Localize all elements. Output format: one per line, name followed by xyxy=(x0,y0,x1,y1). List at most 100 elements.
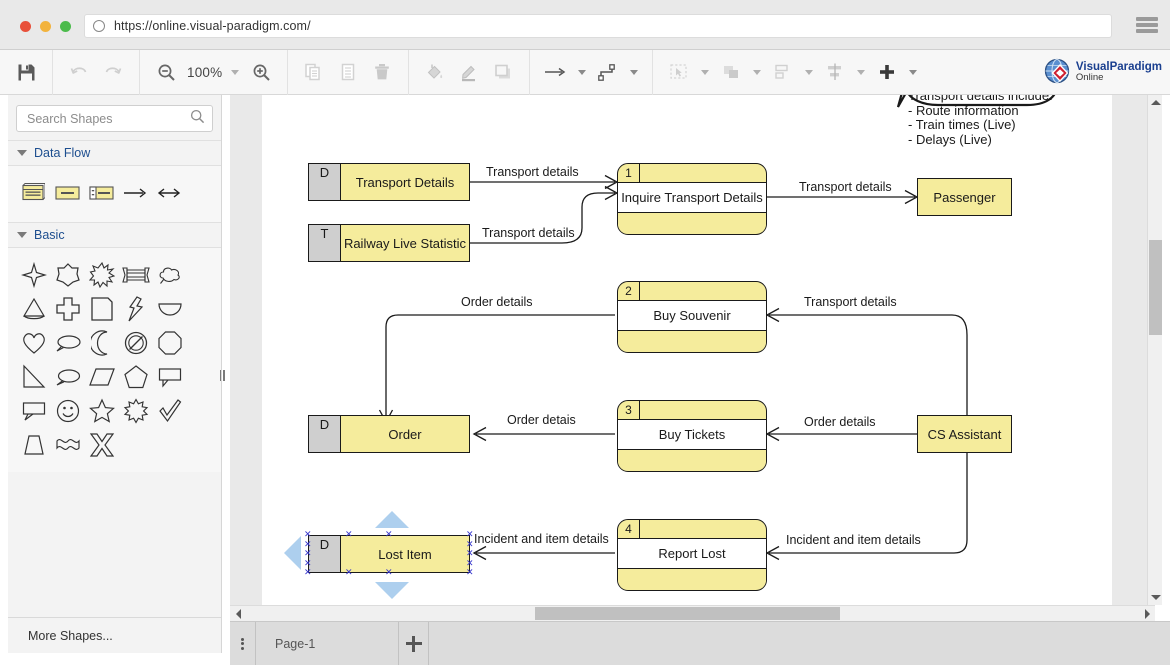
right-triangle-icon[interactable] xyxy=(18,361,50,393)
trapezoid-icon[interactable] xyxy=(18,429,50,461)
external-entity-passenger[interactable]: Passenger xyxy=(917,178,1012,216)
resize-handle[interactable]: ✕ xyxy=(304,550,311,557)
data-store-icon[interactable] xyxy=(17,177,49,209)
add-page-icon[interactable] xyxy=(399,622,429,665)
arrow-icon[interactable] xyxy=(119,177,151,209)
more-shapes-button[interactable]: More Shapes... xyxy=(8,617,221,653)
resize-handle[interactable]: ✕ xyxy=(466,531,473,538)
rect-callout-2-icon[interactable] xyxy=(18,395,50,427)
crescent-moon-icon[interactable] xyxy=(86,327,118,359)
quick-create-arrow-down[interactable] xyxy=(375,582,409,599)
five-point-star-icon[interactable] xyxy=(86,395,118,427)
checkmark-icon[interactable] xyxy=(154,395,186,427)
heart-icon[interactable] xyxy=(18,327,50,359)
thought-cloud-icon[interactable] xyxy=(154,259,186,291)
flow-label[interactable]: Order details xyxy=(461,295,533,309)
bidirectional-arrow-icon[interactable] xyxy=(153,177,185,209)
quick-create-arrow-left[interactable] xyxy=(284,536,301,570)
banner-icon[interactable] xyxy=(120,259,152,291)
resize-handle[interactable]: ✕ xyxy=(304,531,311,538)
resize-handle[interactable]: ✕ xyxy=(304,560,311,567)
folded-corner-page-icon[interactable] xyxy=(86,293,118,325)
external-entity-cs-assistant[interactable]: CS Assistant xyxy=(917,415,1012,453)
line-style-icon[interactable] xyxy=(541,57,571,87)
process-report-lost[interactable]: 4 Report Lost xyxy=(617,519,767,591)
diagram-page[interactable]: Transport details include: - Route infor… xyxy=(262,95,1112,605)
cross-icon[interactable] xyxy=(52,293,84,325)
cross-x-icon[interactable] xyxy=(86,429,118,461)
add-caret-icon[interactable] xyxy=(909,70,917,75)
flow-label[interactable]: Transport details xyxy=(486,165,579,179)
minimize-window-button[interactable] xyxy=(40,21,51,32)
data-store-order[interactable]: D Order xyxy=(308,415,470,453)
four-point-star-icon[interactable] xyxy=(18,259,50,291)
quick-create-arrow-up[interactable] xyxy=(375,511,409,528)
lightning-bolt-icon[interactable] xyxy=(120,293,152,325)
process-icon[interactable] xyxy=(85,177,117,209)
resize-handle[interactable]: ✕ xyxy=(345,569,352,576)
resize-handle[interactable]: ✕ xyxy=(466,550,473,557)
resize-handle[interactable]: ✕ xyxy=(385,531,392,538)
process-buy-tickets[interactable]: 3 Buy Tickets xyxy=(617,400,767,472)
resize-handle[interactable]: ✕ xyxy=(466,569,473,576)
octagon-icon[interactable] xyxy=(154,327,186,359)
process-buy-souvenir[interactable]: 2 Buy Souvenir xyxy=(617,281,767,353)
distribute-caret-icon[interactable] xyxy=(805,70,813,75)
connector-style-icon[interactable] xyxy=(593,57,623,87)
scroll-up-icon[interactable] xyxy=(1148,95,1163,110)
zoom-in-icon[interactable] xyxy=(246,57,276,87)
resize-handle[interactable]: ✕ xyxy=(304,541,311,548)
maximize-window-button[interactable] xyxy=(60,21,71,32)
chevron-down-icon[interactable] xyxy=(17,150,27,156)
undo-icon[interactable] xyxy=(64,57,94,87)
address-bar[interactable]: https://online.visual-paradigm.com/ xyxy=(84,14,1112,38)
line-style-caret-icon[interactable] xyxy=(578,70,586,75)
add-icon[interactable] xyxy=(872,57,902,87)
resize-handle[interactable]: ✕ xyxy=(466,541,473,548)
page-tab-page-1[interactable]: Page-1 xyxy=(256,622,399,665)
search-icon[interactable] xyxy=(190,109,205,129)
flow-label[interactable]: Incident and item details xyxy=(474,532,609,546)
resize-handle[interactable]: ✕ xyxy=(385,569,392,576)
data-store-transport-details[interactable]: D Transport Details xyxy=(308,163,470,201)
chevron-down-icon[interactable] xyxy=(17,232,27,238)
search-input[interactable] xyxy=(25,111,190,127)
page-options-icon[interactable] xyxy=(230,622,256,665)
cone-icon[interactable] xyxy=(18,293,50,325)
horizontal-scrollbar-thumb[interactable] xyxy=(535,607,840,620)
data-store-railway-live-statistic[interactable]: T Railway Live Statistic xyxy=(308,224,470,262)
flow-label[interactable]: Order detais xyxy=(507,413,576,427)
flow-label[interactable]: Transport details xyxy=(482,226,575,240)
no-entry-icon[interactable] xyxy=(120,327,152,359)
close-window-button[interactable] xyxy=(20,21,31,32)
connector-style-caret-icon[interactable] xyxy=(630,70,638,75)
search-shapes-box[interactable] xyxy=(16,105,213,132)
scroll-right-icon[interactable] xyxy=(1139,606,1155,621)
hamburger-menu-icon[interactable] xyxy=(1136,17,1158,33)
seven-point-star-icon[interactable] xyxy=(52,259,84,291)
scroll-down-icon[interactable] xyxy=(1148,590,1163,605)
zoom-dropdown-caret-icon[interactable] xyxy=(231,70,239,75)
resize-handle[interactable]: ✕ xyxy=(466,560,473,567)
reload-icon[interactable] xyxy=(93,20,105,32)
smiley-face-icon[interactable] xyxy=(52,395,84,427)
flow-label[interactable]: Incident and item details xyxy=(786,533,921,547)
zoom-level-value[interactable]: 100% xyxy=(183,65,226,80)
horizontal-scrollbar[interactable] xyxy=(230,605,1155,621)
process-inquire-transport-details[interactable]: 1 Inquire Transport Details xyxy=(617,163,767,235)
sun-icon[interactable] xyxy=(120,395,152,427)
panel-splitter-handle[interactable] xyxy=(218,365,226,385)
flow-label[interactable]: Transport details xyxy=(804,295,897,309)
parallelogram-icon[interactable] xyxy=(86,361,118,393)
trash-icon[interactable] xyxy=(367,57,397,87)
section-header-basic[interactable]: Basic xyxy=(8,222,221,248)
resize-handle[interactable]: ✕ xyxy=(345,531,352,538)
flow-label[interactable]: Order details xyxy=(804,415,876,429)
diagram-canvas[interactable]: Transport details include: - Route infor… xyxy=(230,95,1155,605)
half-circle-icon[interactable] xyxy=(154,293,186,325)
speech-bubble-icon[interactable] xyxy=(52,361,84,393)
resize-handle[interactable]: ✕ xyxy=(304,569,311,576)
explosion-icon[interactable] xyxy=(86,259,118,291)
rect-callout-icon[interactable] xyxy=(154,361,186,393)
vertical-scrollbar-thumb[interactable] xyxy=(1149,240,1162,335)
